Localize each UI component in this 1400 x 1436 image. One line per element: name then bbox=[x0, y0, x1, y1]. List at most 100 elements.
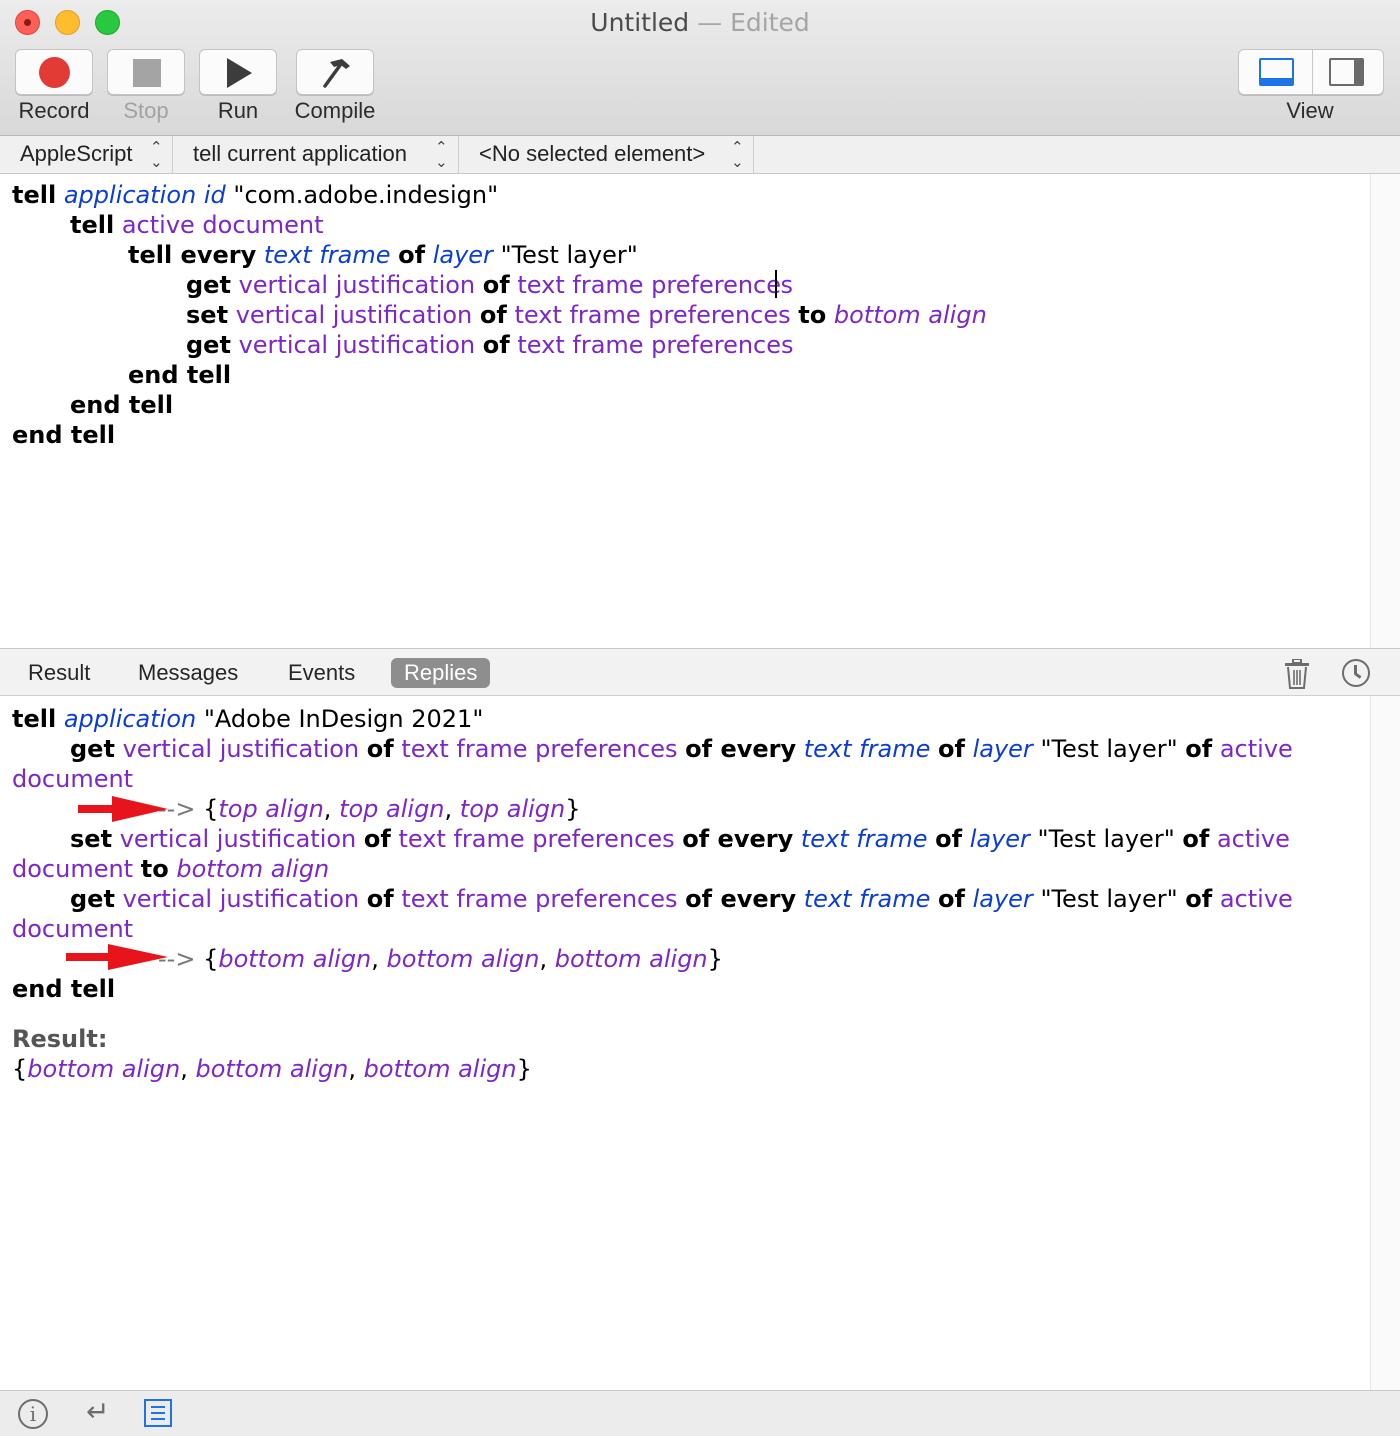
keyword: get bbox=[186, 271, 231, 299]
keyword: of bbox=[938, 885, 965, 913]
view-label: View bbox=[1286, 98, 1334, 123]
stop-button[interactable] bbox=[107, 49, 185, 95]
editor-scrollbar[interactable] bbox=[1370, 174, 1400, 648]
enum-value: top align bbox=[218, 795, 324, 823]
string-literal: "Test layer" bbox=[1040, 885, 1178, 913]
target-value: tell current application bbox=[193, 141, 408, 166]
bottom-pane-view-icon[interactable] bbox=[1259, 58, 1294, 86]
property-name: text frame preference bbox=[517, 271, 781, 299]
record-label: Record bbox=[18, 98, 90, 123]
property-name: vertical justification bbox=[122, 735, 360, 763]
window-toolbar: Untitled — Edited Record Stop Run Compil… bbox=[0, 0, 1400, 136]
property-name: s bbox=[780, 271, 794, 299]
keyword: of bbox=[398, 241, 426, 269]
annotation-arrow-icon bbox=[66, 944, 168, 970]
class-name: text frame bbox=[263, 241, 391, 269]
tab-events[interactable]: Events bbox=[275, 658, 368, 688]
script-line-8: end tell bbox=[12, 390, 1370, 420]
run-button[interactable] bbox=[199, 49, 277, 95]
keyword: end tell bbox=[70, 391, 174, 419]
keyword: to bbox=[798, 301, 827, 329]
property-name: text frame preferences bbox=[398, 825, 675, 853]
log-view-tabs: Result Messages Events Replies bbox=[0, 648, 1400, 696]
text-cursor bbox=[775, 270, 777, 298]
log-scrollbar[interactable] bbox=[1370, 696, 1400, 1390]
keyword: of bbox=[366, 735, 394, 763]
segment-divider bbox=[1312, 50, 1313, 94]
result-label: Result: bbox=[12, 1025, 108, 1053]
target-popup[interactable]: tell current application ⌃ ⌃ bbox=[173, 136, 459, 173]
script-line-4: get vertical justification of text frame… bbox=[12, 270, 1370, 300]
property-name: active bbox=[1219, 885, 1293, 913]
language-value: AppleScript bbox=[20, 141, 133, 166]
list-line bbox=[151, 1406, 165, 1408]
result-value: {bottom align, bottom align, bottom alig… bbox=[12, 1055, 532, 1083]
enum-value: top align bbox=[459, 795, 566, 823]
run-label: Run bbox=[217, 98, 259, 123]
keyword: to bbox=[140, 855, 169, 883]
property-name: vertical justification bbox=[235, 301, 473, 329]
script-editor[interactable]: tell application id "com.adobe.indesign"… bbox=[0, 174, 1370, 648]
log-line-get-2-cont: document bbox=[12, 914, 1370, 944]
log-list-icon[interactable] bbox=[144, 1399, 172, 1427]
record-icon bbox=[39, 57, 70, 88]
document-name: Untitled bbox=[590, 8, 690, 37]
list-line bbox=[151, 1418, 165, 1420]
property-name: active bbox=[1216, 825, 1290, 853]
keyword: end tell bbox=[128, 361, 232, 389]
keyword: tell bbox=[70, 211, 115, 239]
log-line-end-tell: end tell bbox=[12, 974, 1370, 1004]
enum-value: bottom align bbox=[195, 1055, 349, 1083]
keyword: set bbox=[70, 825, 113, 853]
script-line-9: end tell bbox=[12, 420, 1370, 450]
chevron-updown-icon: ⌃ ⌃ bbox=[731, 139, 744, 169]
tab-result[interactable]: Result bbox=[15, 658, 103, 688]
compile-label: Compile bbox=[294, 98, 376, 123]
trash-icon[interactable] bbox=[1284, 659, 1310, 689]
script-line-6: get vertical justification of text frame… bbox=[12, 330, 1370, 360]
class-name: text frame bbox=[803, 735, 931, 763]
property-name: vertical justification bbox=[122, 885, 360, 913]
side-pane-view-icon[interactable] bbox=[1329, 58, 1364, 86]
class-name: layer bbox=[432, 241, 493, 269]
script-line-1: tell application id "com.adobe.indesign" bbox=[12, 180, 1370, 210]
info-icon[interactable]: i bbox=[18, 1399, 48, 1429]
keyword: of every bbox=[685, 735, 797, 763]
class-name: layer bbox=[969, 825, 1030, 853]
keyword: set bbox=[186, 301, 229, 329]
string-literal: "Test layer" bbox=[1037, 825, 1175, 853]
language-popup[interactable]: AppleScript ⌃ ⌃ bbox=[0, 136, 173, 173]
enum-value: bottom align bbox=[27, 1055, 181, 1083]
keyword: of bbox=[363, 825, 391, 853]
property-name: active bbox=[1219, 735, 1293, 763]
return-arrow-icon[interactable]: ↵ bbox=[86, 1395, 109, 1428]
compile-button[interactable] bbox=[296, 49, 374, 95]
keyword: of every bbox=[682, 825, 794, 853]
play-icon bbox=[227, 58, 252, 88]
clock-icon[interactable] bbox=[1342, 659, 1370, 687]
keyword: of every bbox=[685, 885, 797, 913]
record-button[interactable] bbox=[15, 49, 93, 95]
keyword: of bbox=[482, 331, 510, 359]
tab-messages[interactable]: Messages bbox=[125, 658, 251, 688]
keyword: end tell bbox=[12, 421, 116, 449]
log-line-set-cont: document to bottom align bbox=[12, 854, 1370, 884]
enum-value: top align bbox=[339, 795, 445, 823]
keyword: of bbox=[479, 301, 507, 329]
enum-value: bottom align bbox=[386, 945, 540, 973]
script-line-2: tell active document bbox=[12, 210, 1370, 240]
log-reply-2: --> {bottom align, bottom align, bottom … bbox=[158, 945, 723, 973]
script-line-7: end tell bbox=[12, 360, 1370, 390]
chevron-updown-icon: ⌃ ⌃ bbox=[435, 139, 448, 169]
property-name: text frame preferences bbox=[514, 301, 791, 329]
enum-value: bottom align bbox=[176, 855, 330, 883]
keyword: tell bbox=[12, 181, 57, 209]
property-name: vertical justification bbox=[238, 331, 476, 359]
keyword: of bbox=[1185, 735, 1213, 763]
list-line bbox=[151, 1412, 165, 1414]
keyword: get bbox=[186, 331, 231, 359]
element-popup[interactable]: <No selected element> ⌃ ⌃ bbox=[459, 136, 754, 173]
property-name: vertical justification bbox=[238, 271, 476, 299]
replies-log[interactable]: tell application "Adobe InDesign 2021" g… bbox=[0, 696, 1370, 1390]
tab-replies[interactable]: Replies bbox=[391, 658, 491, 688]
